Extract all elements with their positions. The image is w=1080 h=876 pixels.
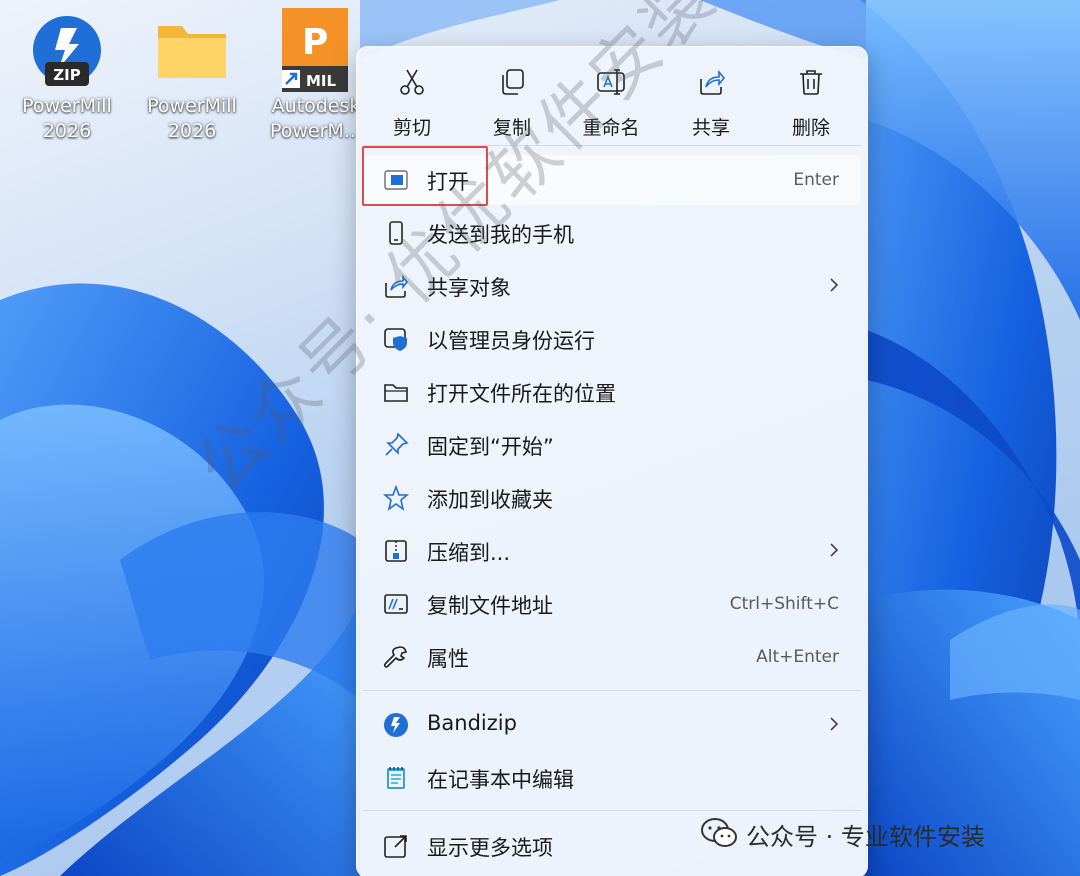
trash-icon (800, 70, 822, 95)
watermark-corner-text: 公众号 · 专业软件安装 (746, 823, 985, 851)
copy-button[interactable]: 复制 (467, 55, 557, 139)
show-more-icon (384, 835, 407, 858)
desktop-icon-powermill-shortcut[interactable]: P MIL Autodesk PowerM... (266, 8, 366, 148)
menu-item-label: 在记事本中编辑 (427, 768, 574, 792)
menu-divider (363, 810, 861, 811)
compress-icon (385, 540, 407, 562)
menu-item-label: 共享对象 (427, 276, 511, 300)
menu-item-properties[interactable]: 属性 Alt+Enter (363, 632, 861, 682)
pin-icon (385, 432, 409, 456)
menu-item-edit-in-notepad[interactable]: 在记事本中编辑 (363, 753, 861, 803)
wechat-icon (701, 818, 737, 847)
menu-item-share-with[interactable]: 共享对象 (363, 261, 861, 311)
share-icon (700, 69, 726, 95)
folder-icon (158, 26, 226, 78)
menu-item-label: 压缩到... (427, 541, 511, 565)
toolbar-label: 重命名 (582, 117, 640, 139)
menu-item-shortcut: Alt+Enter (756, 647, 839, 667)
menu-item-label: 打开文件所在的位置 (427, 382, 616, 406)
bandizip-icon (384, 713, 408, 737)
menu-item-label: 以管理员身份运行 (427, 329, 595, 353)
desktop-icon-powermill-folder[interactable]: PowerMill 2026 (142, 8, 242, 148)
toolbar-label: 删除 (791, 117, 830, 139)
annotation-highlight-box (362, 146, 488, 206)
desktop-icon-powermill-zip[interactable]: ZIP PowerMill 2026 (17, 8, 117, 148)
context-menu-toolbar: 剪切 复制 重命名 共享 删除 (357, 47, 867, 143)
chevron-right-icon (830, 278, 839, 292)
delete-button[interactable]: 删除 (766, 55, 856, 139)
desktop-icon-label: PowerMill 2026 (147, 95, 237, 142)
cut-button[interactable]: 剪切 (367, 55, 457, 139)
app-letter: P (302, 22, 329, 63)
share-icon (385, 274, 409, 298)
rename-button[interactable]: 重命名 (566, 55, 656, 139)
desktop: ZIP PowerMill 2026 PowerMill 2026 P MIL … (0, 0, 1080, 876)
menu-item-shortcut: Ctrl+Shift+C (729, 594, 839, 614)
desktop-icon-label: PowerMill 2026 (22, 95, 112, 142)
star-icon (383, 485, 409, 511)
rename-icon (597, 69, 625, 95)
menu-item-shortcut: Enter (793, 170, 839, 190)
toolbar-label: 剪切 (392, 117, 431, 139)
app-badge: MIL (306, 72, 337, 90)
copy-icon (502, 69, 524, 95)
shield-admin-icon (384, 328, 407, 351)
menu-item-copy-path[interactable]: 复制文件地址 Ctrl+Shift+C (363, 579, 861, 629)
chevron-right-icon (830, 717, 839, 731)
folder-outline-icon (384, 384, 408, 402)
menu-item-label: 添加到收藏夹 (427, 488, 553, 512)
menu-item-label: Bandizip (427, 711, 517, 735)
menu-item-label: 发送到我的手机 (427, 223, 574, 247)
notepad-icon (387, 767, 405, 789)
toolbar-label: 复制 (492, 117, 531, 139)
copy-path-icon (384, 594, 408, 614)
menu-item-label: 固定到“开始” (427, 435, 554, 459)
menu-item-label: 复制文件地址 (427, 594, 553, 618)
scissors-icon (400, 69, 424, 95)
desktop-icon-label: Autodesk PowerM... (270, 95, 362, 142)
menu-item-add-to-favorites[interactable]: 添加到收藏夹 (363, 473, 861, 523)
menu-item-bandizip[interactable]: Bandizip (363, 700, 861, 750)
menu-item-label: 属性 (427, 647, 469, 671)
menu-item-label: 显示更多选项 (427, 836, 553, 860)
menu-item-compress-to[interactable]: 压缩到... (363, 526, 861, 576)
wrench-icon (383, 646, 407, 668)
svg-text:ZIP: ZIP (53, 66, 80, 84)
chevron-right-icon (830, 543, 839, 557)
share-button[interactable]: 共享 (666, 55, 756, 139)
toolbar-label: 共享 (691, 117, 730, 139)
menu-item-send-to-phone[interactable]: 发送到我的手机 (363, 208, 861, 258)
zip-archive-icon: ZIP (33, 16, 101, 86)
menu-divider (363, 690, 861, 691)
menu-item-open-file-location[interactable]: 打开文件所在的位置 (363, 367, 861, 417)
menu-item-run-as-admin[interactable]: 以管理员身份运行 (363, 314, 861, 364)
menu-item-pin-to-start[interactable]: 固定到“开始” (363, 420, 861, 470)
phone-icon (389, 221, 403, 245)
